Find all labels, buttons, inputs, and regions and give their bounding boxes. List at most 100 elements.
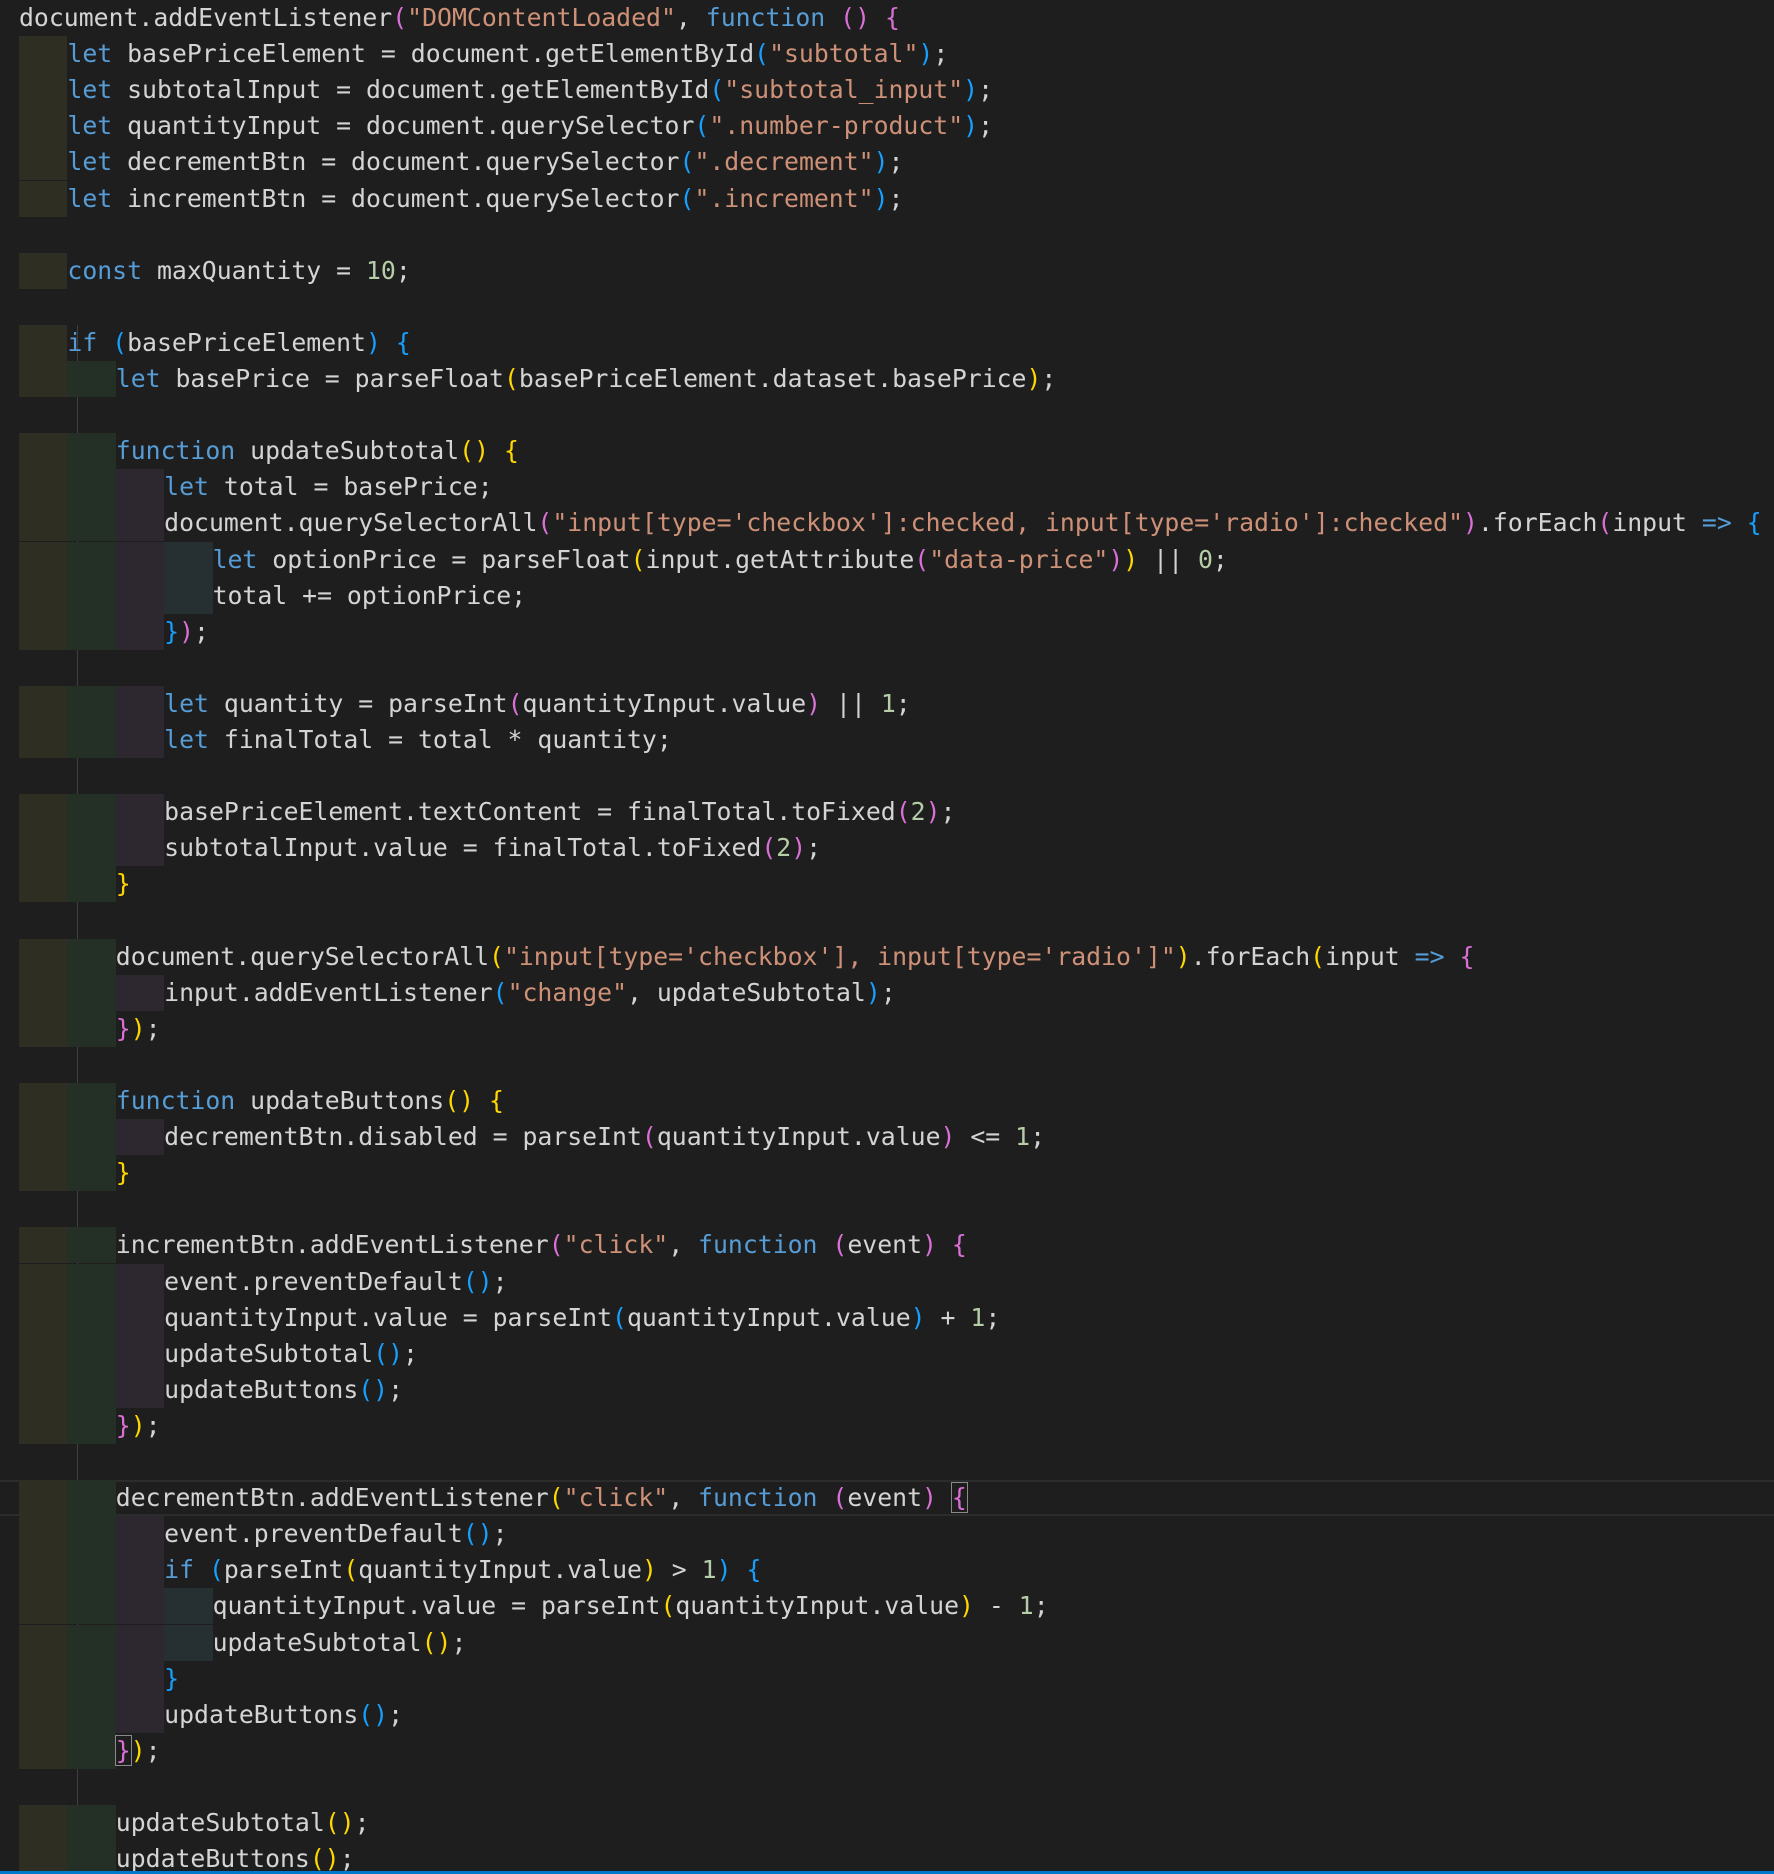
indent-guide <box>67 1552 116 1589</box>
code-token-string: "click" <box>563 1230 669 1260</box>
code-line[interactable]: document.addEventListener("DOMContentLoa… <box>19 0 900 36</box>
code-line[interactable]: let total = basePrice; <box>19 469 493 506</box>
code-line[interactable]: let incrementBtn = document.querySelecto… <box>19 180 903 217</box>
code-token-bracket2: ) <box>791 833 807 863</box>
code-line[interactable]: let basePriceElement = document.getEleme… <box>19 36 948 73</box>
code-token-bracket3: () <box>462 1266 493 1296</box>
code-line[interactable]: updateButtons(); <box>19 1841 355 1874</box>
code-token-plain: > <box>656 1555 702 1585</box>
code-line[interactable]: }); <box>19 1732 161 1769</box>
indent-guide <box>19 1227 68 1264</box>
code-token-plain: .forEach <box>1190 941 1311 971</box>
code-line[interactable]: let finalTotal = total * quantity; <box>19 722 672 758</box>
code-line[interactable]: updateSubtotal(); <box>19 1624 467 1661</box>
code-line[interactable]: const maxQuantity = 10; <box>19 252 411 289</box>
code-line[interactable]: document.querySelectorAll("input[type='c… <box>19 938 1474 975</box>
code-token-plain: decrementBtn = document.querySelector <box>112 147 680 177</box>
code-token-bracket1: () <box>444 1086 475 1115</box>
code-token-keyword: function <box>115 436 236 466</box>
code-token-bracket3: { <box>1746 508 1762 538</box>
code-line[interactable]: } <box>19 1660 179 1697</box>
code-token-bracket3: ( <box>492 977 508 1007</box>
code-token-plain: , <box>668 1230 699 1260</box>
code-line[interactable]: let quantityInput = document.querySelect… <box>19 108 994 145</box>
code-line[interactable]: total += optionPrice; <box>19 577 526 614</box>
indent-guide <box>19 72 68 109</box>
indent-guide <box>19 469 68 506</box>
indent-guide <box>19 1083 68 1119</box>
code-token-plain: ; <box>388 1374 404 1404</box>
code-line[interactable]: quantityInput.value = parseInt(quantityI… <box>19 1299 1001 1336</box>
code-line[interactable]: subtotalInput.value = finalTotal.toFixed… <box>19 830 821 867</box>
code-line[interactable]: document.querySelectorAll("input[type='c… <box>19 505 1762 542</box>
code-line[interactable]: let quantity = parseInt(quantityInput.va… <box>19 685 911 722</box>
code-line[interactable]: decrementBtn.addEventListener("click", f… <box>0 1480 1774 1517</box>
code-line[interactable]: }); <box>19 613 209 650</box>
code-token-plain: event <box>847 1230 923 1260</box>
code-token-string: ".number-product" <box>709 111 964 141</box>
code-token-plain: ; <box>978 111 994 141</box>
indent-guide <box>19 938 68 975</box>
code-line[interactable]: updateSubtotal(); <box>19 1805 370 1841</box>
code-token-plain: ; <box>339 1844 355 1874</box>
code-line[interactable]: event.preventDefault(); <box>19 1516 508 1553</box>
code-line[interactable]: }); <box>19 1407 161 1444</box>
code-token-plain: basePriceElement.dataset.basePrice <box>518 364 1027 393</box>
code-line[interactable]: basePriceElement.textContent = finalTota… <box>19 794 955 831</box>
code-line[interactable]: updateButtons(); <box>19 1371 404 1408</box>
code-line[interactable]: quantityInput.value = parseInt(quantityI… <box>19 1588 1049 1625</box>
code-token-string: "change" <box>507 977 627 1007</box>
code-token-bracket3: ) <box>918 39 934 69</box>
code-line[interactable]: }); <box>19 1010 161 1047</box>
code-line[interactable]: if (parseInt(quantityInput.value) > 1) { <box>19 1552 761 1589</box>
code-token-plain: subtotalInput = document.getElementById <box>112 75 710 105</box>
code-line[interactable]: event.preventDefault(); <box>19 1263 508 1300</box>
indent-guide <box>19 1155 68 1192</box>
code-line[interactable]: if (basePriceElement) { <box>19 324 411 361</box>
code-line[interactable]: } <box>19 866 131 903</box>
code-token-plain: ; <box>985 1302 1001 1332</box>
code-token-keyword: let <box>212 544 258 574</box>
code-token-bracket3: ) <box>910 1302 926 1332</box>
code-line[interactable]: updateButtons(); <box>19 1696 403 1733</box>
code-token-keyword: let <box>164 472 209 502</box>
code-token-plain: quantityInput.value <box>626 1302 911 1332</box>
code-token-bracket3: () <box>358 1374 389 1404</box>
code-token-keyword: function <box>698 1230 818 1260</box>
code-token-plain: quantityInput = document.querySelector <box>112 111 695 141</box>
indent-guide <box>19 974 68 1011</box>
code-line[interactable]: let optionPrice = parseFloat(input.getAt… <box>19 541 1228 578</box>
code-token-plain: ; <box>451 1627 467 1657</box>
code-token-bracket2: ( <box>537 508 553 538</box>
code-line[interactable]: input.addEventListener("change", updateS… <box>19 974 896 1011</box>
code-token-plain: updateButtons <box>115 1844 310 1874</box>
code-line[interactable]: function updateButtons() { <box>19 1083 504 1119</box>
code-token-plain: || <box>821 688 881 718</box>
code-token-bracket2: ) <box>940 1122 956 1152</box>
code-line[interactable]: let basePrice = parseFloat(basePriceElem… <box>19 361 1056 397</box>
indent-guide <box>19 830 68 867</box>
code-token-bracket1: ) <box>1026 364 1042 393</box>
code-token-bracket3: ( <box>709 75 725 105</box>
code-token-bracket3: ( <box>208 1555 224 1585</box>
code-line[interactable]: function updateSubtotal() { <box>19 433 519 470</box>
code-token-bracket1: ( <box>548 1483 564 1513</box>
code-editor[interactable]: document.addEventListener("DOMContentLoa… <box>0 0 1774 1874</box>
code-token-bracket3: ( <box>112 327 128 357</box>
code-line[interactable]: decrementBtn.disabled = parseInt(quantit… <box>19 1119 1045 1156</box>
code-token-bracket2: ( <box>832 1483 848 1513</box>
code-line[interactable]: } <box>19 1155 131 1192</box>
code-line[interactable]: let subtotalInput = document.getElementB… <box>19 72 993 109</box>
code-token-bracket1: ) <box>641 1555 657 1585</box>
code-line[interactable]: incrementBtn.addEventListener("click", f… <box>19 1227 967 1264</box>
code-token-bracket3: } <box>164 616 180 646</box>
code-line[interactable]: let decrementBtn = document.querySelecto… <box>19 144 903 181</box>
code-token-bracket3: ( <box>694 111 710 141</box>
code-line[interactable]: updateSubtotal(); <box>19 1335 418 1372</box>
code-token-plain: event <box>847 1483 923 1513</box>
code-token-number: 1 <box>970 1302 986 1332</box>
indent-guide <box>67 830 116 867</box>
indent-guide <box>115 1624 165 1661</box>
